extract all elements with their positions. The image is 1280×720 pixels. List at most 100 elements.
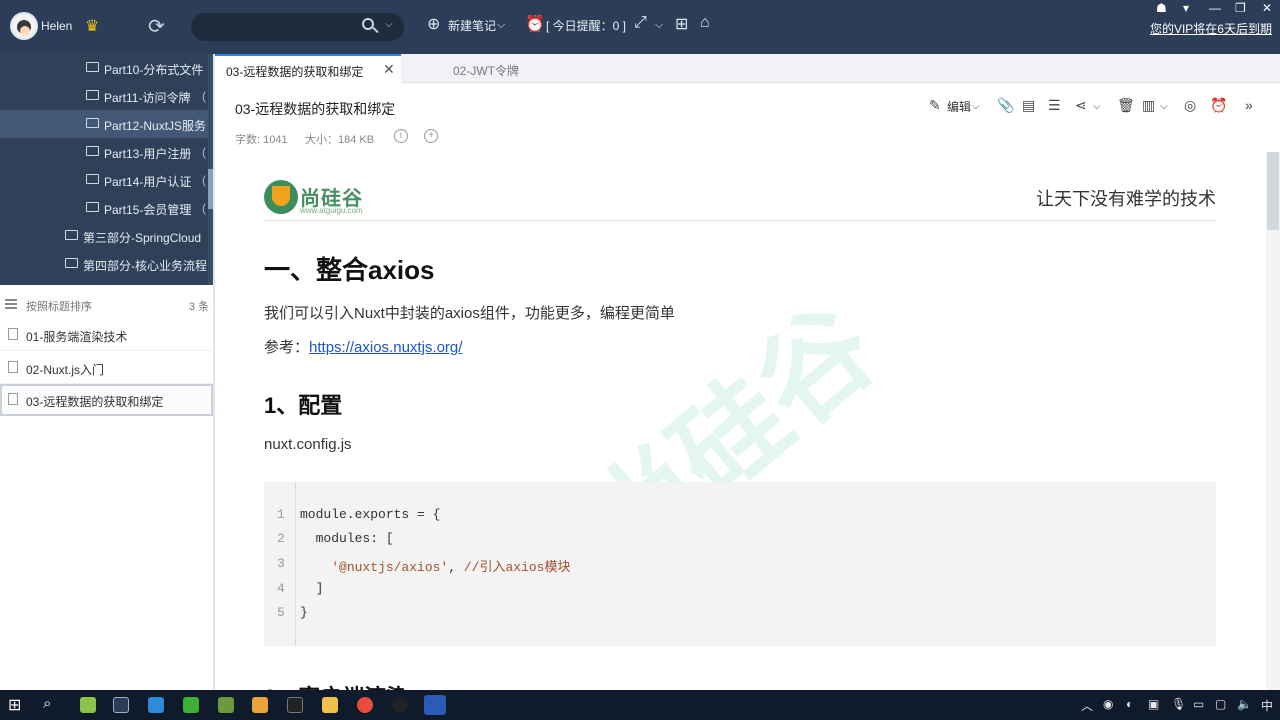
document-icon xyxy=(8,393,18,405)
tree-item[interactable]: Part13-用户注册 ( xyxy=(0,138,208,166)
tray-expand-icon[interactable]: ︿ xyxy=(1081,697,1093,714)
volume-icon[interactable]: 🔈 xyxy=(1237,697,1252,711)
document-icon xyxy=(8,328,18,340)
reminder-button[interactable]: [ 今日提醒：0 ] xyxy=(546,17,626,34)
note-title[interactable]: 03-远程数据的获取和绑定 xyxy=(235,99,395,119)
crown-icon[interactable]: ♛ xyxy=(85,16,99,36)
search-box[interactable]: ⌵ xyxy=(191,13,404,41)
code-string: '@nuxtjs/axios' xyxy=(331,560,449,575)
vscode-icon[interactable] xyxy=(148,697,164,713)
tray-icon[interactable]: ◉ xyxy=(1103,697,1113,711)
app-icon[interactable] xyxy=(218,697,234,713)
code-line: module.exports = { xyxy=(300,507,441,522)
tree-item[interactable]: Part14-用户认证 ( xyxy=(0,166,208,194)
terminal-icon[interactable] xyxy=(287,697,303,713)
chrome-icon[interactable] xyxy=(357,697,373,713)
code-line: ] xyxy=(300,581,324,596)
top-toolbar: Helen ♛ ⟳ ⌵ ⊕ 新建笔记 ⌵ ⏰ [ 今日提醒：0 ] ⤢ ⌵ ⊞ … xyxy=(0,0,1280,54)
tree-item-active[interactable]: Part12-NuxtJS服务 xyxy=(0,110,208,138)
home-icon[interactable]: ⌂ xyxy=(700,14,710,32)
app-icon[interactable] xyxy=(80,697,96,713)
delete-icon[interactable]: 🗑 xyxy=(1117,97,1135,114)
book-icon[interactable]: ▥ xyxy=(1142,97,1155,114)
folder-tree: Part10-分布式文件 Part11-访问令牌 ( Part12-NuxtJS… xyxy=(0,54,213,285)
close-icon[interactable]: ✕ xyxy=(1262,1,1272,15)
chevron-down-icon[interactable]: ⌵ xyxy=(1093,101,1101,112)
weibo-icon[interactable]: ◎ xyxy=(1184,97,1196,114)
reference-link[interactable]: https://axios.nuxtjs.org/ xyxy=(309,339,462,356)
search-input[interactable] xyxy=(203,18,353,36)
tab-active[interactable]: 03-远程数据的获取和绑定 ✕ xyxy=(215,54,401,83)
chevron-down-icon[interactable]: ⌵ xyxy=(385,19,393,30)
chevron-down-icon[interactable]: ⌵ xyxy=(1160,101,1168,112)
chevron-down-icon[interactable]: ⌵ xyxy=(497,19,505,32)
tree-item-count: ( xyxy=(202,145,206,159)
expand-icon[interactable]: ⤢ xyxy=(634,14,647,32)
reference-label: 参考： xyxy=(264,339,310,356)
tray-icon[interactable]: ◐ xyxy=(1126,697,1133,711)
list-item-label: 01-服务端渲染技术 xyxy=(26,330,128,344)
restore-icon[interactable]: ❐ xyxy=(1235,1,1246,15)
app-icon[interactable] xyxy=(252,697,268,713)
sidebar-divider[interactable] xyxy=(213,54,215,690)
qq-icon[interactable] xyxy=(392,697,408,713)
list-item[interactable]: 02-Nuxt.js入门 xyxy=(0,352,213,384)
grid-icon[interactable]: ⊞ xyxy=(675,14,688,34)
search-icon[interactable] xyxy=(362,18,379,34)
sync-icon[interactable]: ⟳ xyxy=(148,14,165,39)
tree-item[interactable]: Part10-分布式文件 xyxy=(0,54,208,82)
attachment-icon[interactable]: 📎 xyxy=(997,97,1014,114)
network-icon[interactable]: ▢ xyxy=(1215,697,1226,711)
logo-mark xyxy=(272,186,290,206)
info-icon[interactable]: i xyxy=(394,129,408,143)
microphone-icon[interactable]: 🎙 xyxy=(1171,697,1186,711)
word-icon[interactable] xyxy=(424,695,446,715)
comment-icon[interactable]: ▤ xyxy=(1022,97,1035,114)
share-icon[interactable]: ⋖ xyxy=(1075,97,1087,114)
edit-button[interactable]: 编辑 xyxy=(947,98,971,115)
list-menu-icon[interactable] xyxy=(5,299,17,309)
more-icon[interactable]: » xyxy=(1245,97,1253,113)
tree-item[interactable]: 第三部分-SpringCloud xyxy=(0,222,208,250)
minimize-icon[interactable]: — xyxy=(1209,1,1221,15)
editor-scrollbar-thumb[interactable] xyxy=(1267,152,1279,230)
line-number: 1 xyxy=(277,507,285,522)
code-punct: , xyxy=(448,560,464,575)
tab-jwt[interactable]: 02-JWT令牌 xyxy=(401,54,573,83)
paragraph: 我们可以引入Nuxt中封装的axios组件，功能更多，编程更简单 xyxy=(264,305,675,322)
tree-item-label: Part12-NuxtJS服务 xyxy=(104,119,207,133)
folder-icon[interactable] xyxy=(322,697,338,713)
note-count: 3 条 xyxy=(188,301,209,313)
tray-icon[interactable]: ▣ xyxy=(1148,697,1159,711)
username[interactable]: Helen xyxy=(41,19,72,33)
chevron-down-icon[interactable]: ⌵ xyxy=(655,19,663,32)
menu-dropdown-icon[interactable]: ▾ xyxy=(1183,1,1189,15)
app-icon[interactable] xyxy=(113,697,129,713)
edit-icon[interactable]: ✎ xyxy=(929,97,941,114)
folder-icon xyxy=(65,258,78,268)
add-tag-icon[interactable]: + xyxy=(424,129,438,143)
list-item[interactable]: 01-服务端渲染技术 xyxy=(0,319,213,351)
avatar[interactable] xyxy=(10,12,38,40)
wechat-icon[interactable] xyxy=(183,697,199,713)
alarm-clock-icon[interactable]: ⏰ xyxy=(525,14,545,34)
battery-icon[interactable]: ▭ xyxy=(1193,697,1204,711)
editor-scrollbar[interactable] xyxy=(1266,152,1280,690)
note-list-header: 按照标题排序 3 条 xyxy=(0,290,213,318)
tree-item[interactable]: Part11-访问令牌 ( xyxy=(0,82,208,110)
windows-start-icon[interactable]: ⊞ xyxy=(8,695,24,714)
chevron-down-icon[interactable]: ⌵ xyxy=(972,101,980,112)
history-icon[interactable]: ☰ xyxy=(1048,97,1061,114)
list-item-selected[interactable]: 03-远程数据的获取和绑定 xyxy=(0,384,213,416)
vip-notice-link[interactable]: 您的VIP将在6天后到期 xyxy=(1150,20,1272,37)
tree-item[interactable]: 第四部分-核心业务流程 xyxy=(0,250,208,278)
alarm-icon[interactable]: ⏰ xyxy=(1210,97,1227,114)
skin-icon[interactable]: ☗ xyxy=(1156,1,1167,15)
sort-dropdown[interactable]: 按照标题排序 xyxy=(26,298,92,314)
ime-indicator[interactable]: 中 xyxy=(1261,697,1273,714)
new-note-button[interactable]: 新建笔记 xyxy=(448,17,496,34)
close-icon[interactable]: ✕ xyxy=(383,61,395,78)
tree-item[interactable]: Part15-会员管理 ( xyxy=(0,194,208,222)
plus-circle-icon[interactable]: ⊕ xyxy=(427,14,440,34)
search-icon[interactable]: ⌕ xyxy=(43,695,59,712)
